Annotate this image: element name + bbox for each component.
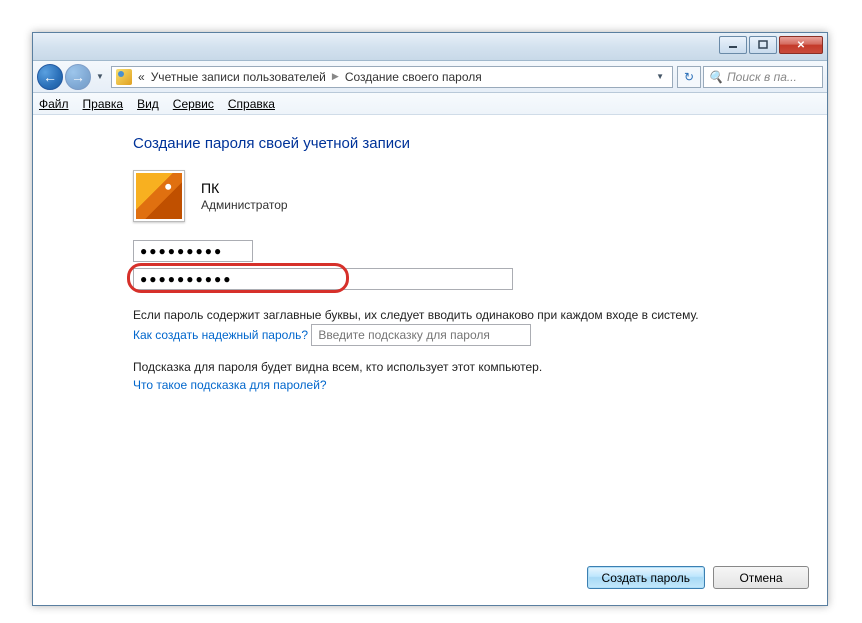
menu-edit[interactable]: Правка	[83, 97, 124, 111]
user-info: ПК Администратор	[133, 170, 767, 222]
nav-history-dropdown[interactable]: ▼	[93, 72, 107, 81]
menu-help[interactable]: Справка	[228, 97, 275, 111]
breadcrumb-user-accounts[interactable]: Учетные записи пользователей	[151, 70, 326, 84]
chevron-right-icon: ▶	[332, 71, 339, 82]
confirm-password-field[interactable]	[133, 268, 513, 290]
search-input[interactable]: 🔍 Поиск в па...	[703, 66, 823, 88]
forward-button[interactable]: →	[65, 64, 91, 90]
user-role: Администратор	[201, 198, 288, 212]
user-accounts-icon	[116, 69, 132, 85]
button-bar: Создать пароль Отмена	[587, 566, 809, 589]
search-icon: 🔍	[708, 70, 723, 84]
menu-bar: Файл Правка Вид Сервис Справка	[33, 93, 827, 115]
avatar	[133, 170, 185, 222]
menu-tools[interactable]: Сервис	[173, 97, 214, 111]
create-password-button[interactable]: Создать пароль	[587, 566, 705, 589]
menu-file[interactable]: Файл	[39, 97, 69, 111]
minimize-button[interactable]	[719, 36, 747, 54]
breadcrumb-create-password[interactable]: Создание своего пароля	[345, 70, 482, 84]
search-placeholder: Поиск в па...	[727, 70, 797, 84]
back-button[interactable]: ←	[37, 64, 63, 90]
content-area: Создание пароля своей учетной записи ПК …	[33, 115, 827, 426]
breadcrumb-prefix: «	[138, 70, 145, 84]
menu-view[interactable]: Вид	[137, 97, 159, 111]
address-bar[interactable]: « Учетные записи пользователей ▶ Создани…	[111, 66, 673, 88]
control-panel-window: ✕ ← → ▼ « Учетные записи пользователей ▶…	[32, 32, 828, 606]
cancel-button[interactable]: Отмена	[713, 566, 809, 589]
user-name: ПК	[201, 180, 288, 196]
password-hint-help-link[interactable]: Что такое подсказка для паролей?	[133, 378, 327, 392]
maximize-button[interactable]	[749, 36, 777, 54]
caps-note: Если пароль содержит заглавные буквы, их…	[133, 308, 767, 322]
refresh-button[interactable]: ↻	[677, 66, 701, 88]
address-dropdown-icon[interactable]: ▼	[652, 72, 668, 81]
hint-visibility-note: Подсказка для пароля будет видна всем, к…	[133, 360, 767, 374]
titlebar: ✕	[33, 33, 827, 61]
page-title: Создание пароля своей учетной записи	[133, 135, 767, 152]
new-password-field[interactable]	[133, 240, 253, 262]
navigation-bar: ← → ▼ « Учетные записи пользователей ▶ С…	[33, 61, 827, 93]
password-hint-field[interactable]	[311, 324, 531, 346]
close-button[interactable]: ✕	[779, 36, 823, 54]
strong-password-link[interactable]: Как создать надежный пароль?	[133, 328, 308, 342]
